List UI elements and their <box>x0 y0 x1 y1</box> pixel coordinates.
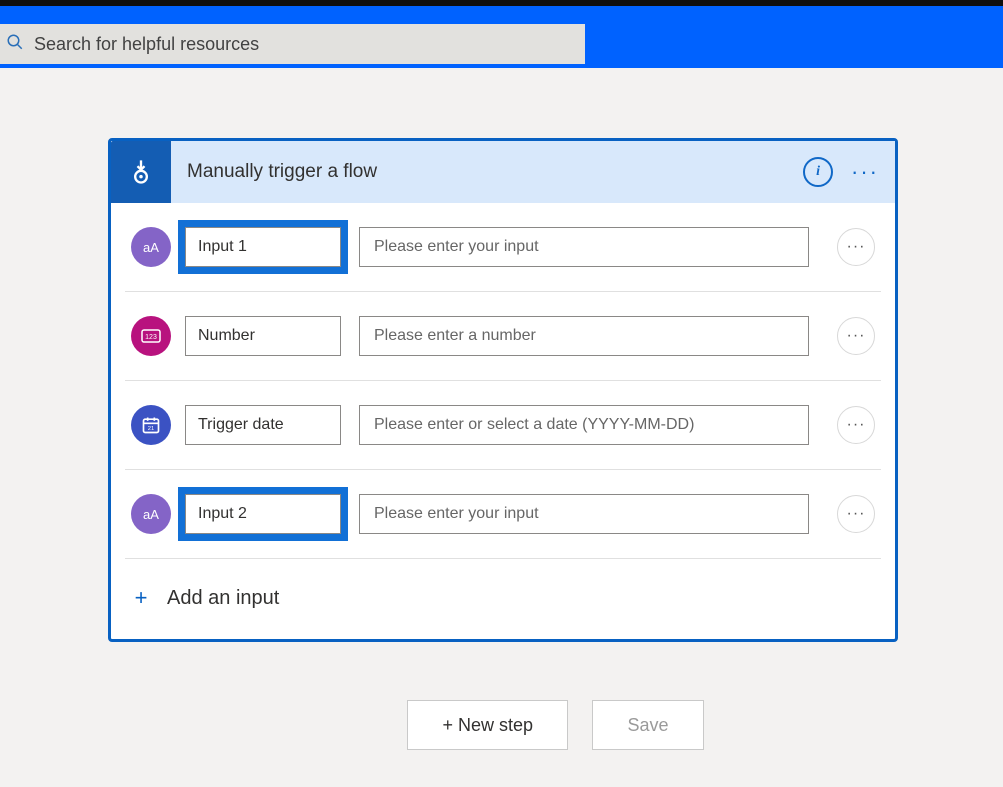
flow-canvas: Manually trigger a flow i ··· aA ··· 123 ··… <box>0 68 1003 750</box>
input-description-field[interactable] <box>359 227 809 267</box>
input-row: 123 ··· <box>125 292 881 381</box>
text-type-icon: aA <box>131 227 171 267</box>
input-row: aA ··· <box>125 203 881 292</box>
input-name-wrap <box>185 405 341 445</box>
card-header[interactable]: Manually trigger a flow i ··· <box>111 141 895 203</box>
date-type-icon: 21 <box>131 405 171 445</box>
save-button[interactable]: Save <box>592 700 703 750</box>
number-type-icon: 123 <box>131 316 171 356</box>
row-menu-button[interactable]: ··· <box>837 228 875 266</box>
add-input-label: Add an input <box>167 587 279 610</box>
footer-buttons: + New step Save <box>108 700 1003 750</box>
input-description-field[interactable] <box>359 405 809 445</box>
search-input[interactable] <box>34 34 571 55</box>
info-icon[interactable]: i <box>803 157 833 187</box>
trigger-icon <box>111 141 171 203</box>
input-name-field[interactable] <box>185 405 341 445</box>
trigger-card: Manually trigger a flow i ··· aA ··· 123 ··… <box>108 138 898 642</box>
top-bar <box>0 0 1003 68</box>
input-name-field[interactable] <box>185 494 341 534</box>
input-row: 21 ··· <box>125 381 881 470</box>
row-menu-button[interactable]: ··· <box>837 317 875 355</box>
input-description-field[interactable] <box>359 494 809 534</box>
input-name-wrap <box>185 494 341 534</box>
input-name-wrap <box>185 316 341 356</box>
input-row: aA ··· <box>125 470 881 559</box>
input-name-field[interactable] <box>185 227 341 267</box>
svg-text:123: 123 <box>145 334 157 341</box>
card-menu-icon[interactable]: ··· <box>851 159 879 185</box>
card-body: aA ··· 123 ··· 21 ··· aA ··· + Add an input <box>111 203 895 639</box>
new-step-button[interactable]: + New step <box>407 700 568 750</box>
input-name-wrap <box>185 227 341 267</box>
plus-icon: + <box>131 585 151 611</box>
search-box[interactable] <box>0 24 585 64</box>
card-title: Manually trigger a flow <box>187 161 803 183</box>
row-menu-button[interactable]: ··· <box>837 495 875 533</box>
add-input-button[interactable]: + Add an input <box>125 559 881 639</box>
row-menu-button[interactable]: ··· <box>837 406 875 444</box>
input-description-field[interactable] <box>359 316 809 356</box>
search-icon <box>6 33 24 56</box>
input-name-field[interactable] <box>185 316 341 356</box>
svg-text:21: 21 <box>148 426 154 432</box>
text-type-icon: aA <box>131 494 171 534</box>
